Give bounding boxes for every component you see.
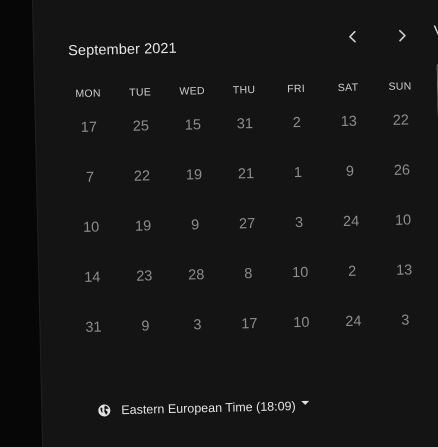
day-cell[interactable]: 19 — [168, 164, 221, 215]
day-cell[interactable]: 22 — [375, 109, 428, 160]
day-cell[interactable]: 9 — [324, 160, 377, 211]
day-cell[interactable]: 24 — [327, 310, 380, 361]
weekday-label: MON — [75, 87, 101, 101]
day-grid: 17 25 15 31 2 13 22 7 22 19 21 1 9 26 10… — [63, 109, 433, 367]
day-cell[interactable]: 21 — [220, 163, 273, 214]
day-cell[interactable]: 17 — [223, 313, 276, 364]
day-cell[interactable]: 3 — [273, 211, 326, 262]
day-cell[interactable]: 9 — [119, 315, 172, 366]
day-cell[interactable]: 10 — [275, 311, 328, 362]
day-cell[interactable]: 1 — [272, 161, 325, 212]
day-cell[interactable]: 23 — [118, 265, 171, 316]
day-cell[interactable]: 13 — [323, 110, 376, 161]
timezone-label: Eastern European Time (18:09) — [121, 399, 296, 418]
day-cell[interactable]: 31 — [67, 316, 120, 367]
day-cell[interactable]: 22 — [116, 165, 169, 216]
weekday-label: TUE — [129, 86, 152, 99]
calendar-panel: September 2021 V MON TUE WED THU FRI SAT… — [32, 0, 438, 447]
chevron-left-icon — [349, 30, 356, 43]
day-cell[interactable]: 17 — [63, 116, 116, 167]
side-pane-heading: V — [433, 22, 438, 40]
day-cell[interactable]: 10 — [65, 216, 118, 267]
day-cell[interactable]: 13 — [378, 259, 431, 310]
day-cell[interactable]: 9 — [169, 214, 222, 265]
timezone-selector[interactable]: Eastern European Time (18:09) — [97, 399, 310, 418]
month-title: September 2021 — [67, 40, 177, 60]
weekday-label: THU — [232, 83, 256, 97]
day-cell[interactable]: 27 — [221, 213, 274, 264]
weekday-label: FRI — [287, 82, 306, 96]
day-cell[interactable]: 26 — [376, 159, 429, 210]
day-cell[interactable]: 31 — [219, 113, 272, 164]
day-cell[interactable]: 28 — [170, 264, 223, 315]
dropdown-caret-icon — [301, 400, 310, 405]
day-cell[interactable]: 25 — [115, 115, 168, 166]
day-cell[interactable]: 19 — [117, 215, 170, 266]
screen: September 2021 V MON TUE WED THU FRI SAT… — [0, 0, 438, 447]
day-cell[interactable]: 14 — [66, 266, 119, 317]
weekday-label: SAT — [337, 81, 359, 95]
weekday-header: MON TUE WED THU FRI SAT SUN — [62, 80, 426, 100]
day-cell[interactable]: 3 — [379, 309, 432, 360]
day-cell[interactable]: 24 — [325, 210, 378, 261]
chevron-right-icon — [398, 29, 406, 42]
day-cell[interactable]: 8 — [222, 263, 275, 314]
day-cell[interactable]: 2 — [271, 111, 324, 162]
weekday-label: SUN — [388, 80, 412, 93]
next-month-button[interactable] — [388, 21, 417, 50]
weekday-label: WED — [179, 85, 205, 98]
day-cell[interactable]: 2 — [326, 260, 379, 311]
day-cell[interactable]: 15 — [167, 114, 220, 165]
day-cell[interactable]: 10 — [377, 209, 430, 260]
day-cell[interactable]: 10 — [274, 261, 327, 312]
globe-icon — [98, 404, 111, 417]
previous-month-button[interactable] — [339, 22, 368, 51]
day-cell[interactable]: 7 — [64, 166, 117, 217]
day-cell[interactable]: 3 — [171, 314, 224, 365]
